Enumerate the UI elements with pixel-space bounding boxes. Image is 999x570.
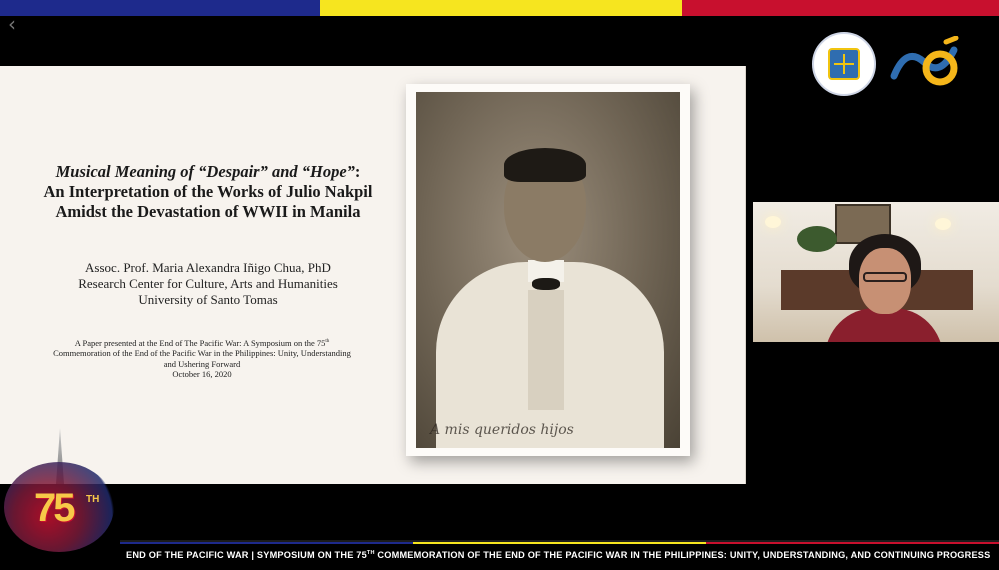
university-seal-icon (812, 32, 876, 96)
75th-anniversary-logo: 75 TH (0, 422, 125, 552)
flower-vase (797, 226, 837, 252)
wall-lamp-right (935, 218, 951, 230)
note-line-3: and Ushering Forward (163, 358, 241, 369)
portrait-photo: A mis queridos hijos (416, 92, 680, 448)
note-line-1-text: A Paper presented at the End of The Paci… (74, 337, 326, 348)
photo-signature: A mis queridos hijos (430, 422, 574, 438)
ticker-text-before: END OF THE PACIFIC WAR | SYMPOSIUM ON TH… (126, 550, 367, 561)
title-italic: Musical Meaning of “Despair” and “Hope” (55, 162, 355, 181)
news-ticker: END OF THE PACIFIC WAR | SYMPOSIUM ON TH… (120, 540, 999, 570)
author-affiliation: Research Center for Culture, Arts and Hu… (78, 276, 338, 291)
note-line-1: A Paper presented at the End of The Paci… (22, 336, 382, 348)
title-line-1: Musical Meaning of “Despair” and “Hope”: (18, 162, 398, 182)
chevron-left-icon[interactable]: ‹ (8, 14, 16, 34)
flag-color-bar (0, 0, 999, 16)
ticker-text-sup: TH (366, 550, 375, 556)
presentation-note: A Paper presented at the End of The Paci… (22, 336, 382, 380)
note-date: October 16, 2020 (172, 369, 232, 380)
title-line-2: An Interpretation of the Works of Julio … (43, 182, 373, 201)
note-line-1-sup: th (325, 338, 330, 344)
anniversary-suffix: TH (86, 494, 100, 505)
portrait-photo-frame: A mis queridos hijos (406, 84, 690, 456)
author-block: Assoc. Prof. Maria Alexandra Iñigo Chua,… (18, 260, 398, 308)
speaker-glasses (863, 272, 907, 282)
ticker-text-after: COMMEMORATION OF THE END OF THE PACIFIC … (374, 550, 991, 561)
title-line-3: Amidst the Devastation of WWII in Manila (55, 202, 361, 221)
flag-red-segment (682, 0, 999, 16)
anniversary-mark-icon (890, 36, 959, 86)
slide-title: Musical Meaning of “Despair” and “Hope”:… (18, 162, 398, 222)
header-logos (800, 30, 970, 100)
wall-lamp-left (765, 216, 781, 228)
author-university: University of Santo Tomas (138, 292, 278, 307)
flag-yellow-segment (320, 0, 682, 16)
author-name: Assoc. Prof. Maria Alexandra Iñigo Chua,… (85, 260, 331, 275)
ticker-text: END OF THE PACIFIC WAR | SYMPOSIUM ON TH… (126, 550, 990, 560)
anniversary-number: 75 (34, 486, 75, 530)
speaker-video-feed (753, 202, 999, 342)
flag-blue-segment (0, 0, 320, 16)
ticker-color-line (120, 542, 999, 544)
title-colon: : (354, 162, 361, 181)
note-line-2: Commemoration of the End of the Pacific … (53, 348, 351, 359)
